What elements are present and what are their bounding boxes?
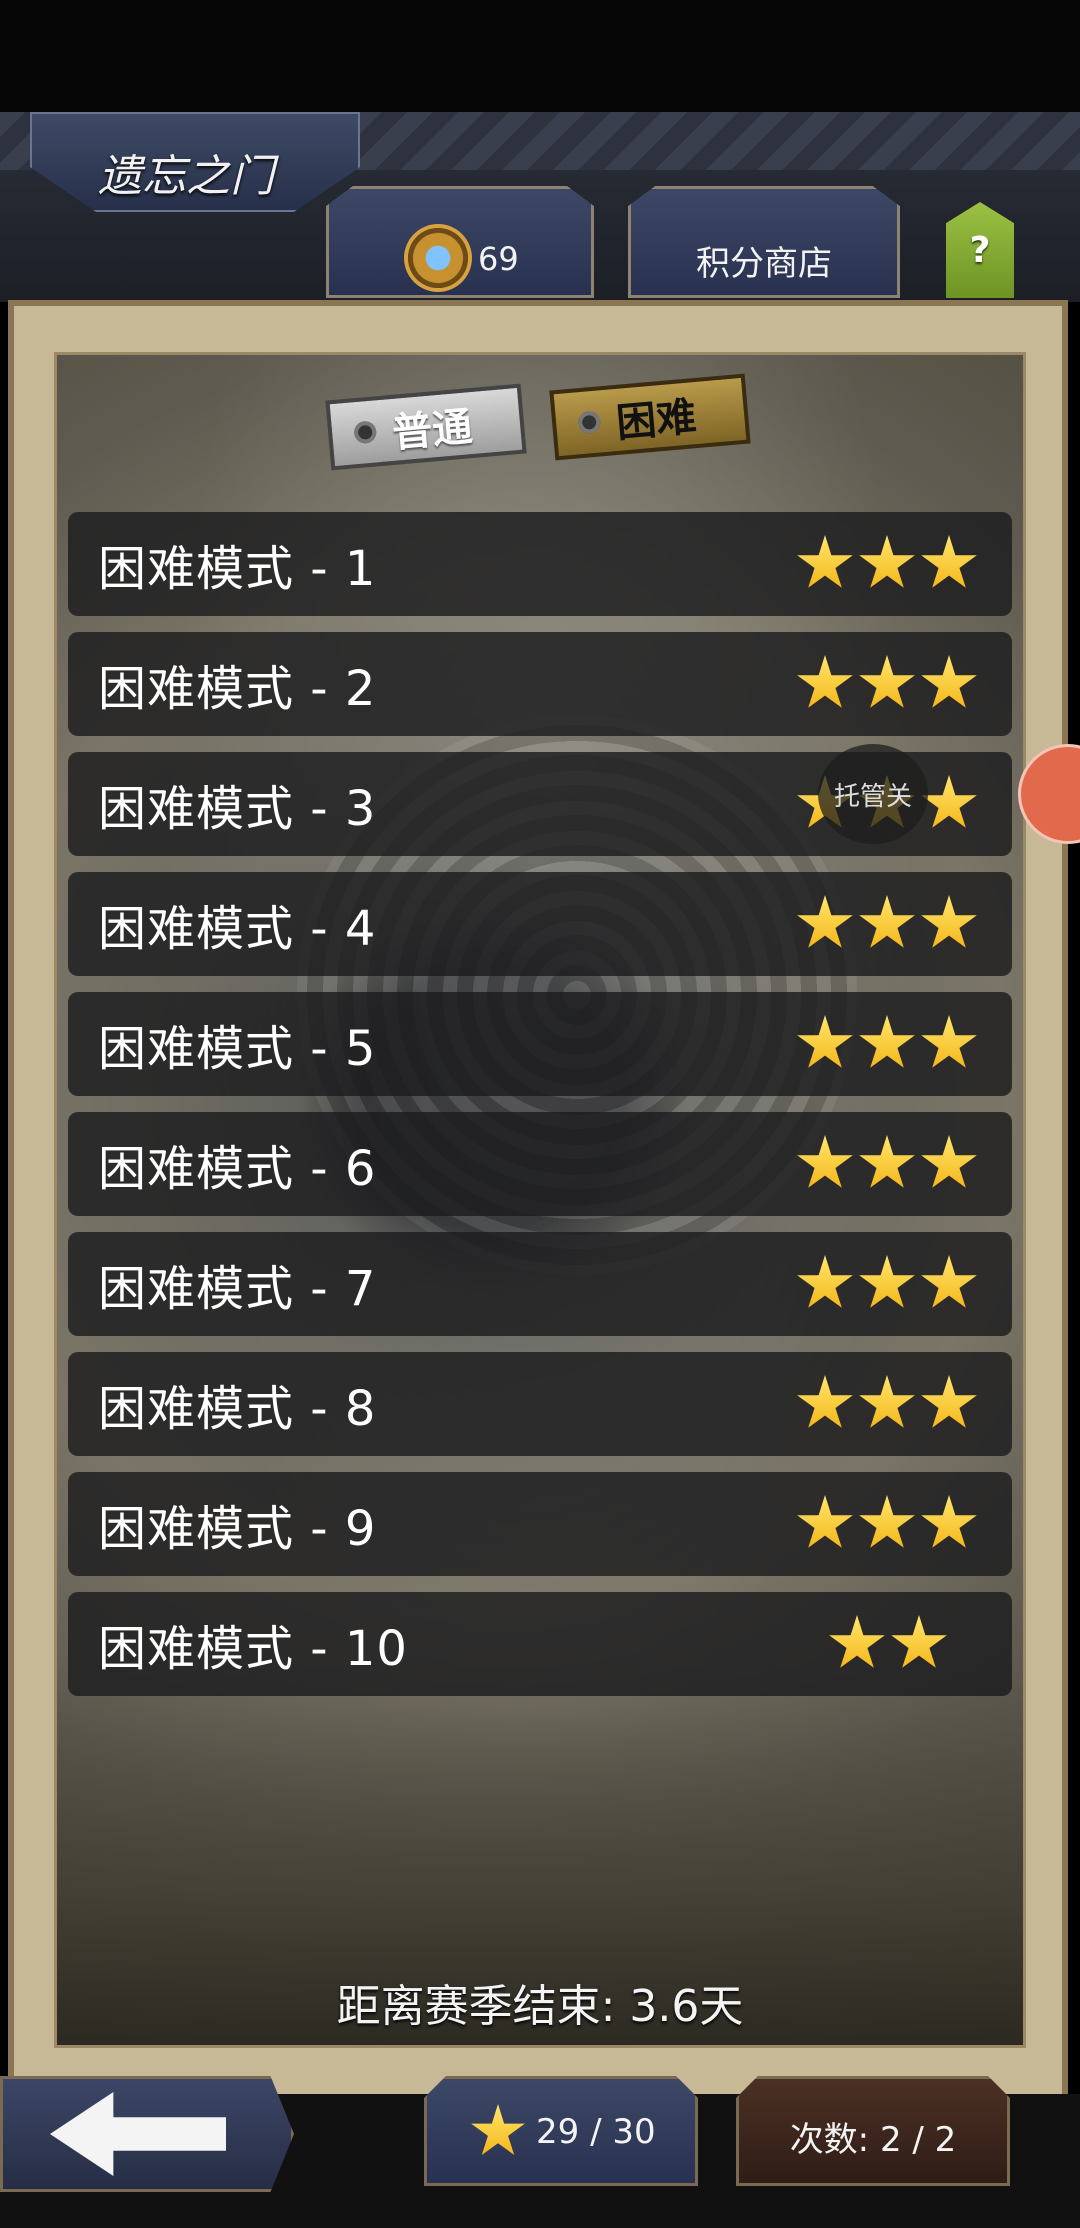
tab-normal-label: 普通 (390, 404, 475, 457)
level-label: 困难模式 - 8 (98, 1381, 377, 1437)
level-label: 困难模式 - 5 (98, 1021, 377, 1077)
star-icon (859, 1015, 915, 1068)
tab-hard-dot-icon (577, 410, 602, 435)
star-icon (797, 895, 853, 948)
star-icon (859, 1255, 915, 1308)
top-band (0, 0, 1080, 112)
star-icon (859, 1375, 915, 1428)
level-stars (796, 895, 978, 953)
star-icon (921, 895, 977, 948)
level-row[interactable]: 困难模式 - 9 (68, 1472, 1012, 1576)
total-stars-value: 29 / 30 (536, 2112, 656, 2152)
star-icon (921, 1135, 977, 1188)
attempts-value: 次数: 2 / 2 (789, 2120, 957, 2160)
level-stars (796, 1495, 978, 1553)
star-icon (921, 535, 977, 588)
score-value: 69 (478, 240, 519, 278)
level-stars (796, 535, 978, 593)
level-label: 困难模式 - 2 (98, 661, 377, 717)
star-icon (921, 1375, 977, 1428)
star-icon (797, 1495, 853, 1548)
star-icon (859, 1495, 915, 1548)
star-icon (797, 1015, 853, 1068)
level-row[interactable]: 困难模式 - 2 (68, 632, 1012, 736)
star-icon (829, 1615, 885, 1668)
level-row[interactable]: 困难模式 - 6 (68, 1112, 1012, 1216)
star-icon (921, 1495, 977, 1548)
star-icon (797, 1255, 853, 1308)
star-icon (797, 535, 853, 588)
star-icon (921, 1015, 977, 1068)
star-icon (921, 1255, 977, 1308)
auto-play-bubble[interactable]: 托管关 (818, 744, 928, 844)
star-icon (891, 1615, 947, 1668)
shop-button-label[interactable]: 积分商店 (628, 236, 900, 285)
score-medal-icon (408, 228, 468, 288)
level-row[interactable]: 困难模式 - 10 (68, 1592, 1012, 1696)
level-label: 困难模式 - 9 (98, 1501, 377, 1557)
tab-hard-label: 困难 (614, 394, 699, 447)
star-icon (797, 1135, 853, 1188)
star-icon (921, 775, 977, 828)
level-label: 困难模式 - 1 (98, 541, 377, 597)
star-icon (859, 535, 915, 588)
level-label: 困难模式 - 6 (98, 1141, 377, 1197)
level-label: 困难模式 - 3 (98, 781, 377, 837)
star-icon (797, 655, 853, 708)
level-stars (828, 1615, 948, 1673)
level-row[interactable]: 困难模式 - 5 (68, 992, 1012, 1096)
level-label: 困难模式 - 7 (98, 1261, 377, 1317)
star-icon (859, 895, 915, 948)
level-stars (796, 1255, 978, 1313)
season-countdown: 距离赛季结束: 3.6天 (336, 1981, 744, 2032)
level-stars (796, 655, 978, 713)
star-icon (797, 1375, 853, 1428)
auto-play-label[interactable]: 托管关 (834, 776, 912, 813)
page-title: 遗忘之门 (98, 151, 274, 202)
tab-normal-dot-icon (353, 420, 378, 445)
star-icon (859, 655, 915, 708)
level-row[interactable]: 困难模式 - 8 (68, 1352, 1012, 1456)
level-row[interactable]: 困难模式 - 7 (68, 1232, 1012, 1336)
level-label: 困难模式 - 4 (98, 901, 377, 957)
level-row[interactable]: 困难模式 - 4 (68, 872, 1012, 976)
help-icon[interactable]: ? (970, 230, 991, 271)
star-icon (859, 1135, 915, 1188)
level-stars (796, 1135, 978, 1193)
level-row[interactable]: 困难模式 - 1 (68, 512, 1012, 616)
level-stars (796, 1015, 978, 1073)
level-label: 困难模式 - 10 (98, 1621, 408, 1677)
star-icon (921, 655, 977, 708)
level-stars (796, 1375, 978, 1433)
